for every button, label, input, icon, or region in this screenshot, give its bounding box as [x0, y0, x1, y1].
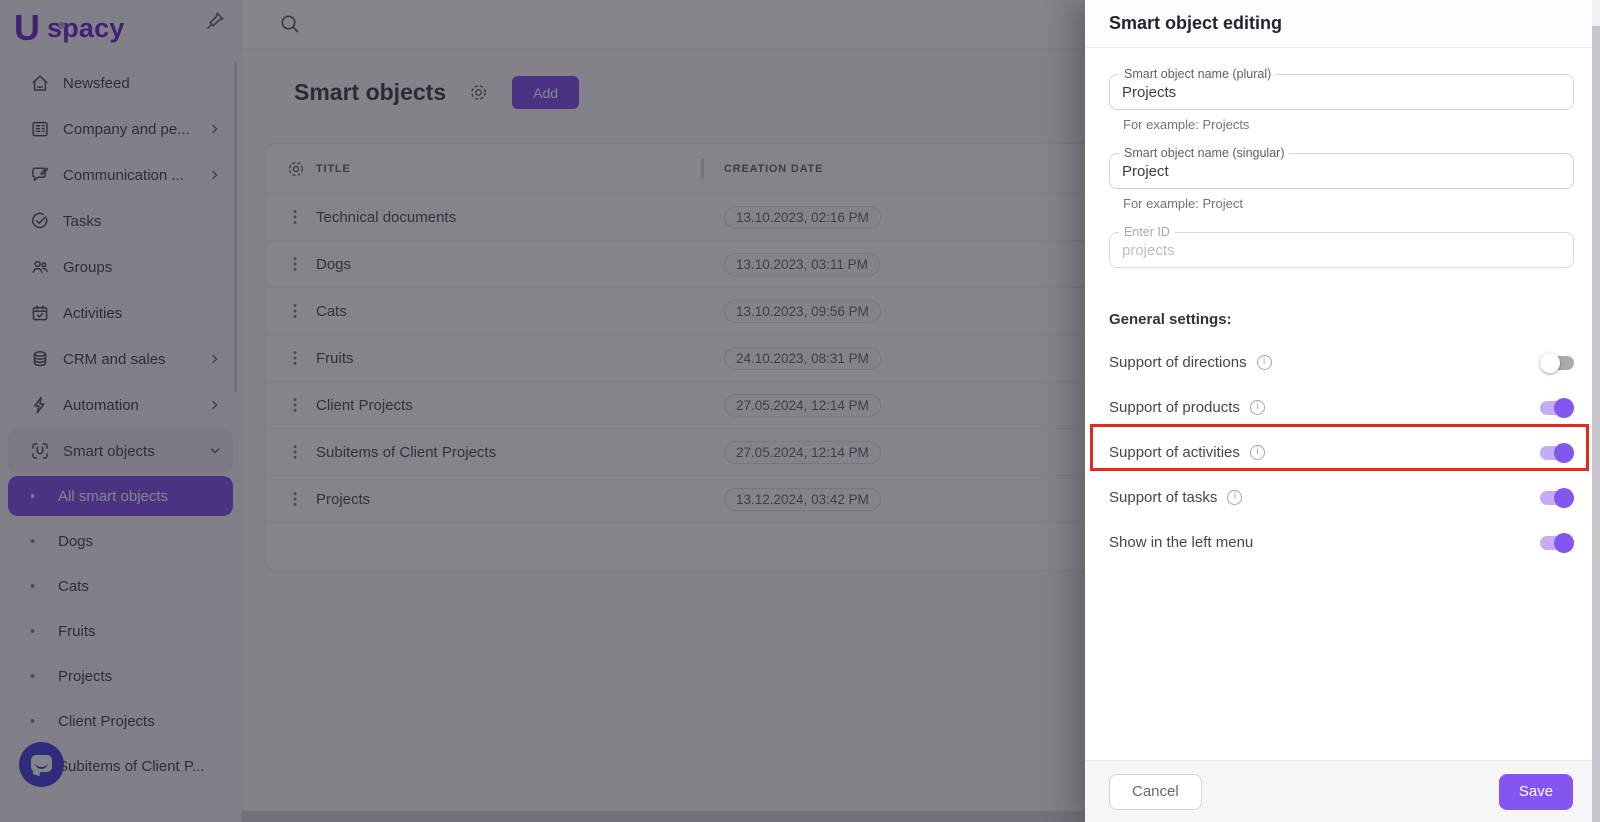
toggle-switch[interactable] — [1540, 397, 1574, 418]
toggle-switch[interactable] — [1540, 352, 1574, 373]
toggle-label: Support of tasks — [1109, 489, 1218, 506]
toggle-switch[interactable] — [1540, 532, 1574, 553]
panel-title: Smart object editing — [1109, 13, 1283, 33]
toggle-label: Support of directions — [1109, 354, 1247, 371]
info-icon[interactable] — [1227, 490, 1243, 505]
toggle-label: Support of activities — [1109, 444, 1240, 461]
toggle-row: Show in the left menu — [1109, 520, 1574, 565]
panel-footer: Cancel Save — [1085, 760, 1592, 822]
field-label: Enter ID — [1119, 225, 1175, 239]
field-label: Smart object name (plural) — [1119, 67, 1277, 81]
text-input[interactable] — [1109, 232, 1574, 268]
modal-backdrop[interactable] — [0, 0, 1085, 822]
toggle-label: Show in the left menu — [1109, 534, 1254, 551]
toggle-row: Support of activities — [1109, 430, 1574, 475]
panel-body: Smart object name (plural) For example: … — [1085, 48, 1600, 565]
info-icon[interactable] — [1249, 400, 1265, 415]
cancel-button[interactable]: Cancel — [1109, 773, 1202, 810]
toggle-row: Support of tasks — [1109, 475, 1574, 520]
form-field-group: Smart object name (plural) For example: … — [1109, 67, 1574, 132]
toggle-row: Support of products — [1109, 385, 1574, 430]
toggle-switch[interactable] — [1540, 487, 1574, 508]
save-button[interactable]: Save — [1499, 773, 1573, 810]
field-helper-text — [1123, 275, 1574, 290]
panel-header: Smart object editing — [1085, 0, 1600, 48]
panel-scrollbar[interactable] — [1592, 0, 1600, 822]
general-settings-heading: General settings: — [1109, 311, 1232, 328]
toggle-label: Support of products — [1109, 399, 1240, 416]
form-field-group: Enter ID — [1109, 225, 1574, 290]
field-helper-text: For example: Projects — [1123, 117, 1250, 132]
toggle-row: Support of directions — [1109, 340, 1574, 385]
toggle-switch[interactable] — [1540, 442, 1574, 463]
info-icon[interactable] — [1256, 355, 1272, 370]
info-icon[interactable] — [1249, 445, 1265, 460]
field-label: Smart object name (singular) — [1119, 146, 1290, 160]
form-field-group: Smart object name (singular) For example… — [1109, 146, 1574, 211]
smart-object-editing-panel: Smart object editing Smart object name (… — [1085, 0, 1600, 822]
field-helper-text: For example: Project — [1123, 196, 1243, 211]
app-window: U spacy Newsfeed Company and pe... Commu… — [0, 0, 1600, 822]
